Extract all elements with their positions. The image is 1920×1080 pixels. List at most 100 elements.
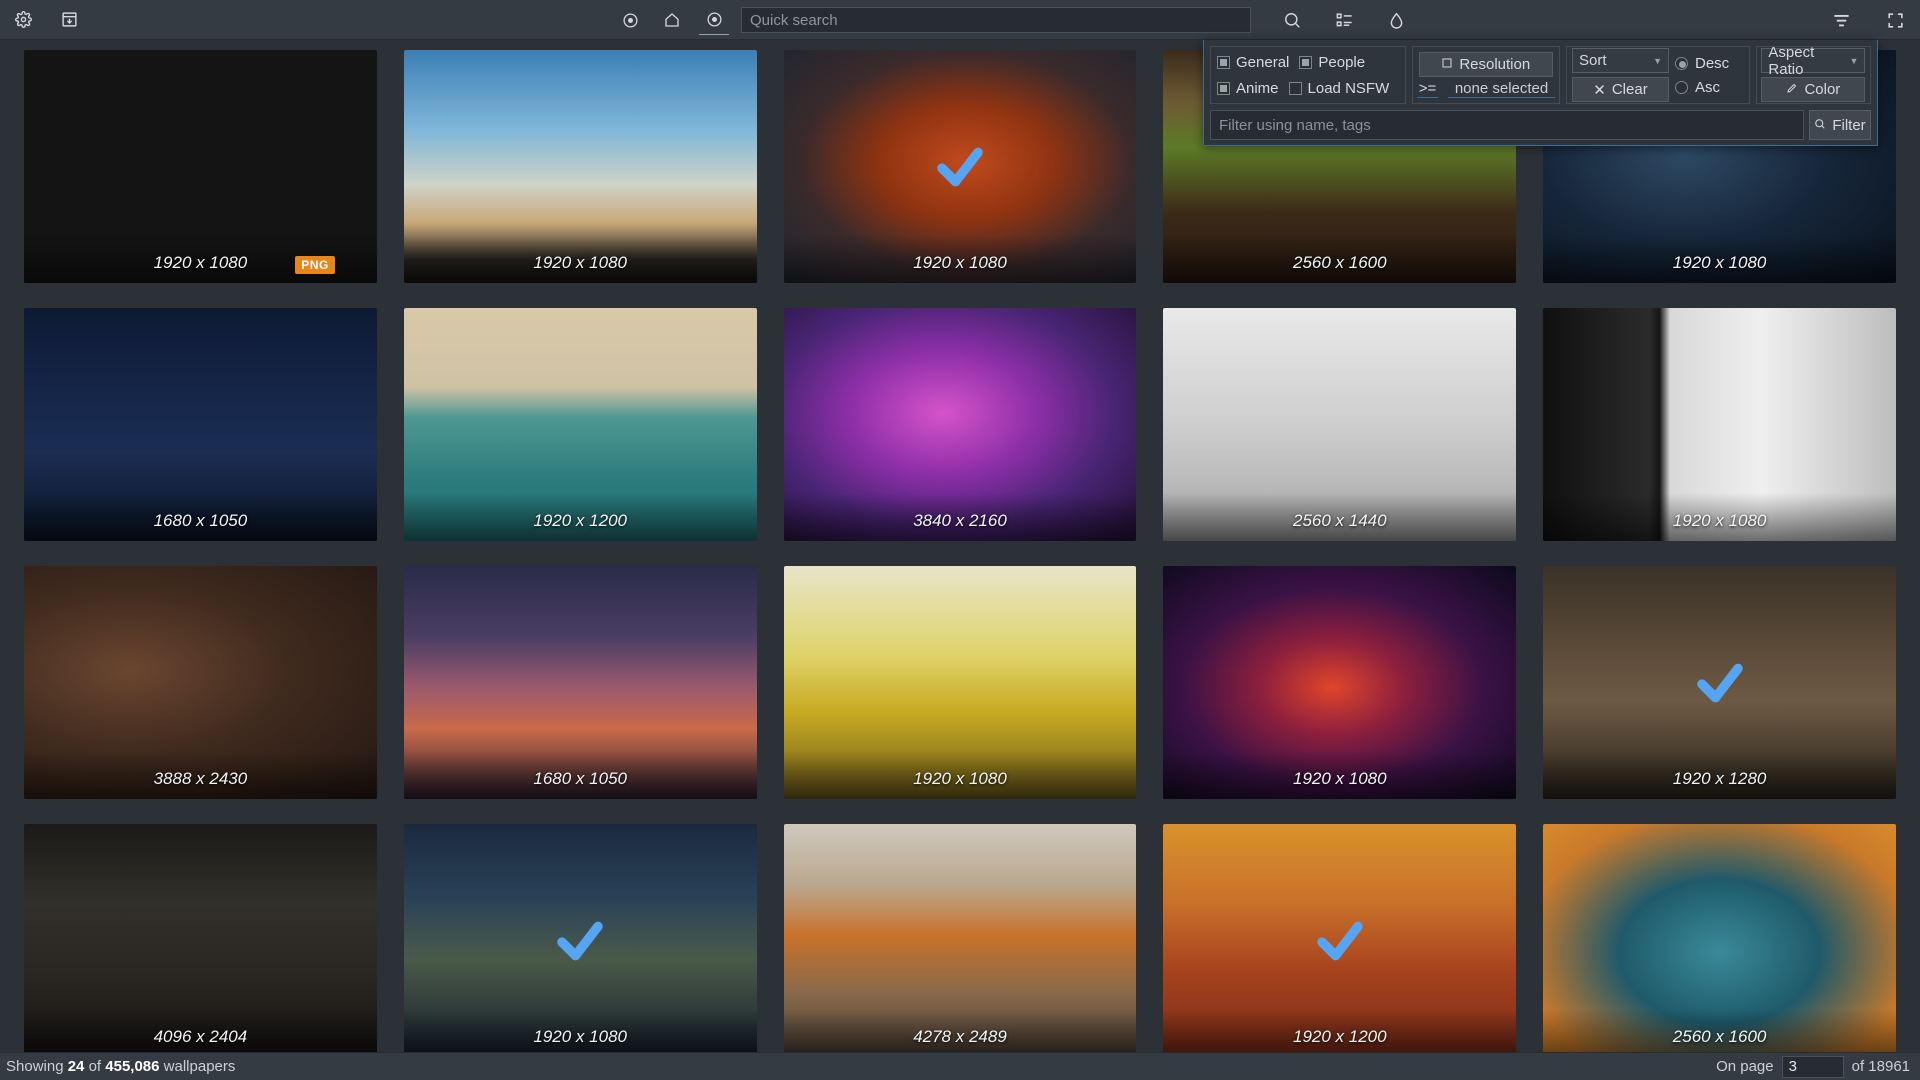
filter-submit-button[interactable]: Filter bbox=[1809, 110, 1871, 140]
page-number-input[interactable] bbox=[1782, 1056, 1844, 1078]
wallpaper-card[interactable]: 1680 x 1050 bbox=[404, 566, 757, 799]
toolbar-left-group bbox=[0, 5, 84, 35]
wallpaper-card[interactable]: 1920 x 1080 bbox=[1163, 566, 1516, 799]
showing-prefix: Showing bbox=[6, 1058, 64, 1075]
circle-forward-icon[interactable] bbox=[699, 5, 729, 35]
wallpaper-card[interactable]: 2560 x 1440 bbox=[1163, 308, 1516, 541]
sort-group: Sort ▼ ✕ Clear Desc Asc bbox=[1566, 46, 1750, 104]
resolution-button[interactable]: Resolution bbox=[1419, 52, 1553, 77]
chevron-down-icon: ▼ bbox=[1849, 56, 1858, 66]
showing-count: 24 bbox=[68, 1058, 85, 1075]
selected-checkmark-icon[interactable] bbox=[553, 914, 607, 968]
filter-panel-row-top: General People Anime Load NSFW bbox=[1210, 46, 1871, 104]
filter-panel-row-bottom: Filter bbox=[1210, 110, 1871, 140]
pagination-group: On page of 18961 bbox=[1716, 1056, 1910, 1078]
list-view-icon[interactable] bbox=[1329, 5, 1359, 35]
checkbox-general-label: General bbox=[1236, 54, 1289, 71]
on-page-label: On page bbox=[1716, 1058, 1774, 1075]
checkbox-anime-box[interactable] bbox=[1217, 82, 1230, 95]
wallpaper-thumbnail bbox=[784, 824, 1137, 1052]
wallpaper-thumbnail bbox=[1163, 566, 1516, 799]
wallpaper-thumbnail bbox=[1163, 308, 1516, 541]
selected-checkmark-icon[interactable] bbox=[1313, 914, 1367, 968]
resolution-operator[interactable]: >= bbox=[1417, 80, 1439, 98]
page-total-label: of 18961 bbox=[1852, 1058, 1910, 1075]
wallpaper-card[interactable]: 1920 x 1280 bbox=[1543, 566, 1896, 799]
gear-icon[interactable] bbox=[8, 5, 38, 35]
sort-column: Sort ▼ ✕ Clear bbox=[1572, 48, 1669, 102]
order-radio-group: Desc Asc bbox=[1675, 55, 1729, 96]
download-box-icon[interactable] bbox=[54, 5, 84, 35]
wallpaper-card[interactable]: 3888 x 2430 bbox=[24, 566, 377, 799]
wallpaper-card[interactable]: 1920 x 1080 bbox=[404, 824, 757, 1052]
x-icon: ✕ bbox=[1593, 81, 1606, 99]
checkbox-people[interactable]: People bbox=[1299, 54, 1365, 71]
color-button[interactable]: Color bbox=[1761, 77, 1865, 102]
selected-checkmark-icon[interactable] bbox=[933, 140, 987, 194]
checkbox-anime-label: Anime bbox=[1236, 80, 1279, 97]
wallpaper-card[interactable]: 1920 x 1080 bbox=[404, 50, 757, 283]
checkbox-general-box[interactable] bbox=[1217, 56, 1230, 69]
home-icon[interactable] bbox=[657, 5, 687, 35]
wallpaper-card[interactable]: 1680 x 1050 bbox=[24, 308, 377, 541]
filter-funnel-icon[interactable] bbox=[1826, 5, 1856, 35]
sort-dropdown[interactable]: Sort ▼ bbox=[1572, 48, 1669, 73]
wallpaper-card[interactable]: 4278 x 2489 bbox=[784, 824, 1137, 1052]
radio-asc[interactable]: Asc bbox=[1675, 79, 1729, 96]
fullscreen-icon[interactable] bbox=[1880, 5, 1910, 35]
file-type-badge: PNG bbox=[295, 256, 335, 274]
radio-asc-dot[interactable] bbox=[1675, 81, 1688, 94]
search-input[interactable] bbox=[741, 7, 1251, 33]
filter-submit-label: Filter bbox=[1832, 117, 1865, 134]
checkbox-load-nsfw[interactable]: Load NSFW bbox=[1289, 80, 1390, 97]
filter-tags-input[interactable] bbox=[1210, 110, 1804, 140]
droplet-icon[interactable] bbox=[1381, 5, 1411, 35]
aspect-ratio-dropdown[interactable]: Aspect Ratio ▼ bbox=[1761, 48, 1865, 73]
wallpaper-card[interactable]: 3840 x 2160 bbox=[784, 308, 1137, 541]
wallpaper-thumbnail bbox=[24, 308, 377, 541]
wallpaper-card[interactable]: 1920 x 1080 bbox=[784, 566, 1137, 799]
pencil-icon bbox=[1786, 81, 1798, 98]
resolution-value[interactable]: none selected bbox=[1448, 80, 1554, 98]
radio-desc[interactable]: Desc bbox=[1675, 55, 1729, 72]
resolution-group: Resolution >= none selected bbox=[1412, 46, 1560, 104]
total-count: 455,086 bbox=[105, 1058, 159, 1075]
resolution-value-line: >= none selected bbox=[1417, 80, 1555, 98]
checkbox-general[interactable]: General bbox=[1217, 54, 1289, 71]
wallpaper-thumbnail bbox=[404, 308, 757, 541]
of-word: of bbox=[89, 1058, 102, 1075]
wallpaper-card[interactable]: 2560 x 1600 bbox=[1543, 824, 1896, 1052]
wallpaper-thumbnail bbox=[24, 824, 377, 1052]
wallpaper-thumbnail bbox=[24, 50, 377, 283]
selected-checkmark-icon[interactable] bbox=[1693, 656, 1747, 710]
radio-desc-label: Desc bbox=[1695, 55, 1729, 72]
checkbox-anime[interactable]: Anime bbox=[1217, 80, 1279, 97]
toolbar-center-icons bbox=[1277, 5, 1411, 35]
checkbox-load-nsfw-label: Load NSFW bbox=[1308, 80, 1390, 97]
checkbox-people-label: People bbox=[1318, 54, 1365, 71]
checkbox-people-box[interactable] bbox=[1299, 56, 1312, 69]
wallpaper-card[interactable]: 1920 x 1080 bbox=[784, 50, 1137, 283]
color-button-label: Color bbox=[1804, 81, 1840, 98]
radio-desc-dot[interactable] bbox=[1675, 57, 1688, 70]
chevron-down-icon: ▼ bbox=[1653, 56, 1662, 66]
search-icon[interactable] bbox=[1277, 5, 1307, 35]
wallpaper-card[interactable]: 1920 x 1200 bbox=[404, 308, 757, 541]
wallpaper-card[interactable]: 1920 x 1200 bbox=[1163, 824, 1516, 1052]
wallpaper-card[interactable]: 1920 x 1080PNG bbox=[24, 50, 377, 283]
status-bar: Showing 24 of 455,086 wallpapers On page… bbox=[0, 1052, 1920, 1080]
wallpapers-noun: wallpapers bbox=[164, 1058, 236, 1075]
toolbar-right-group bbox=[1826, 0, 1910, 40]
toolbar-center-group bbox=[615, 0, 1411, 40]
resize-icon bbox=[1441, 56, 1453, 73]
radio-asc-label: Asc bbox=[1695, 79, 1720, 96]
circle-back-icon[interactable] bbox=[615, 5, 645, 35]
clear-button[interactable]: ✕ Clear bbox=[1572, 77, 1669, 102]
wallpaper-thumbnail bbox=[784, 308, 1137, 541]
wallpaper-card[interactable]: 4096 x 2404 bbox=[24, 824, 377, 1052]
top-toolbar bbox=[0, 0, 1920, 40]
wallpaper-thumbnail bbox=[404, 50, 757, 283]
checkbox-load-nsfw-box[interactable] bbox=[1289, 82, 1302, 95]
wallpaper-card[interactable]: 1920 x 1080 bbox=[1543, 308, 1896, 541]
wallpaper-thumbnail bbox=[1543, 824, 1896, 1052]
